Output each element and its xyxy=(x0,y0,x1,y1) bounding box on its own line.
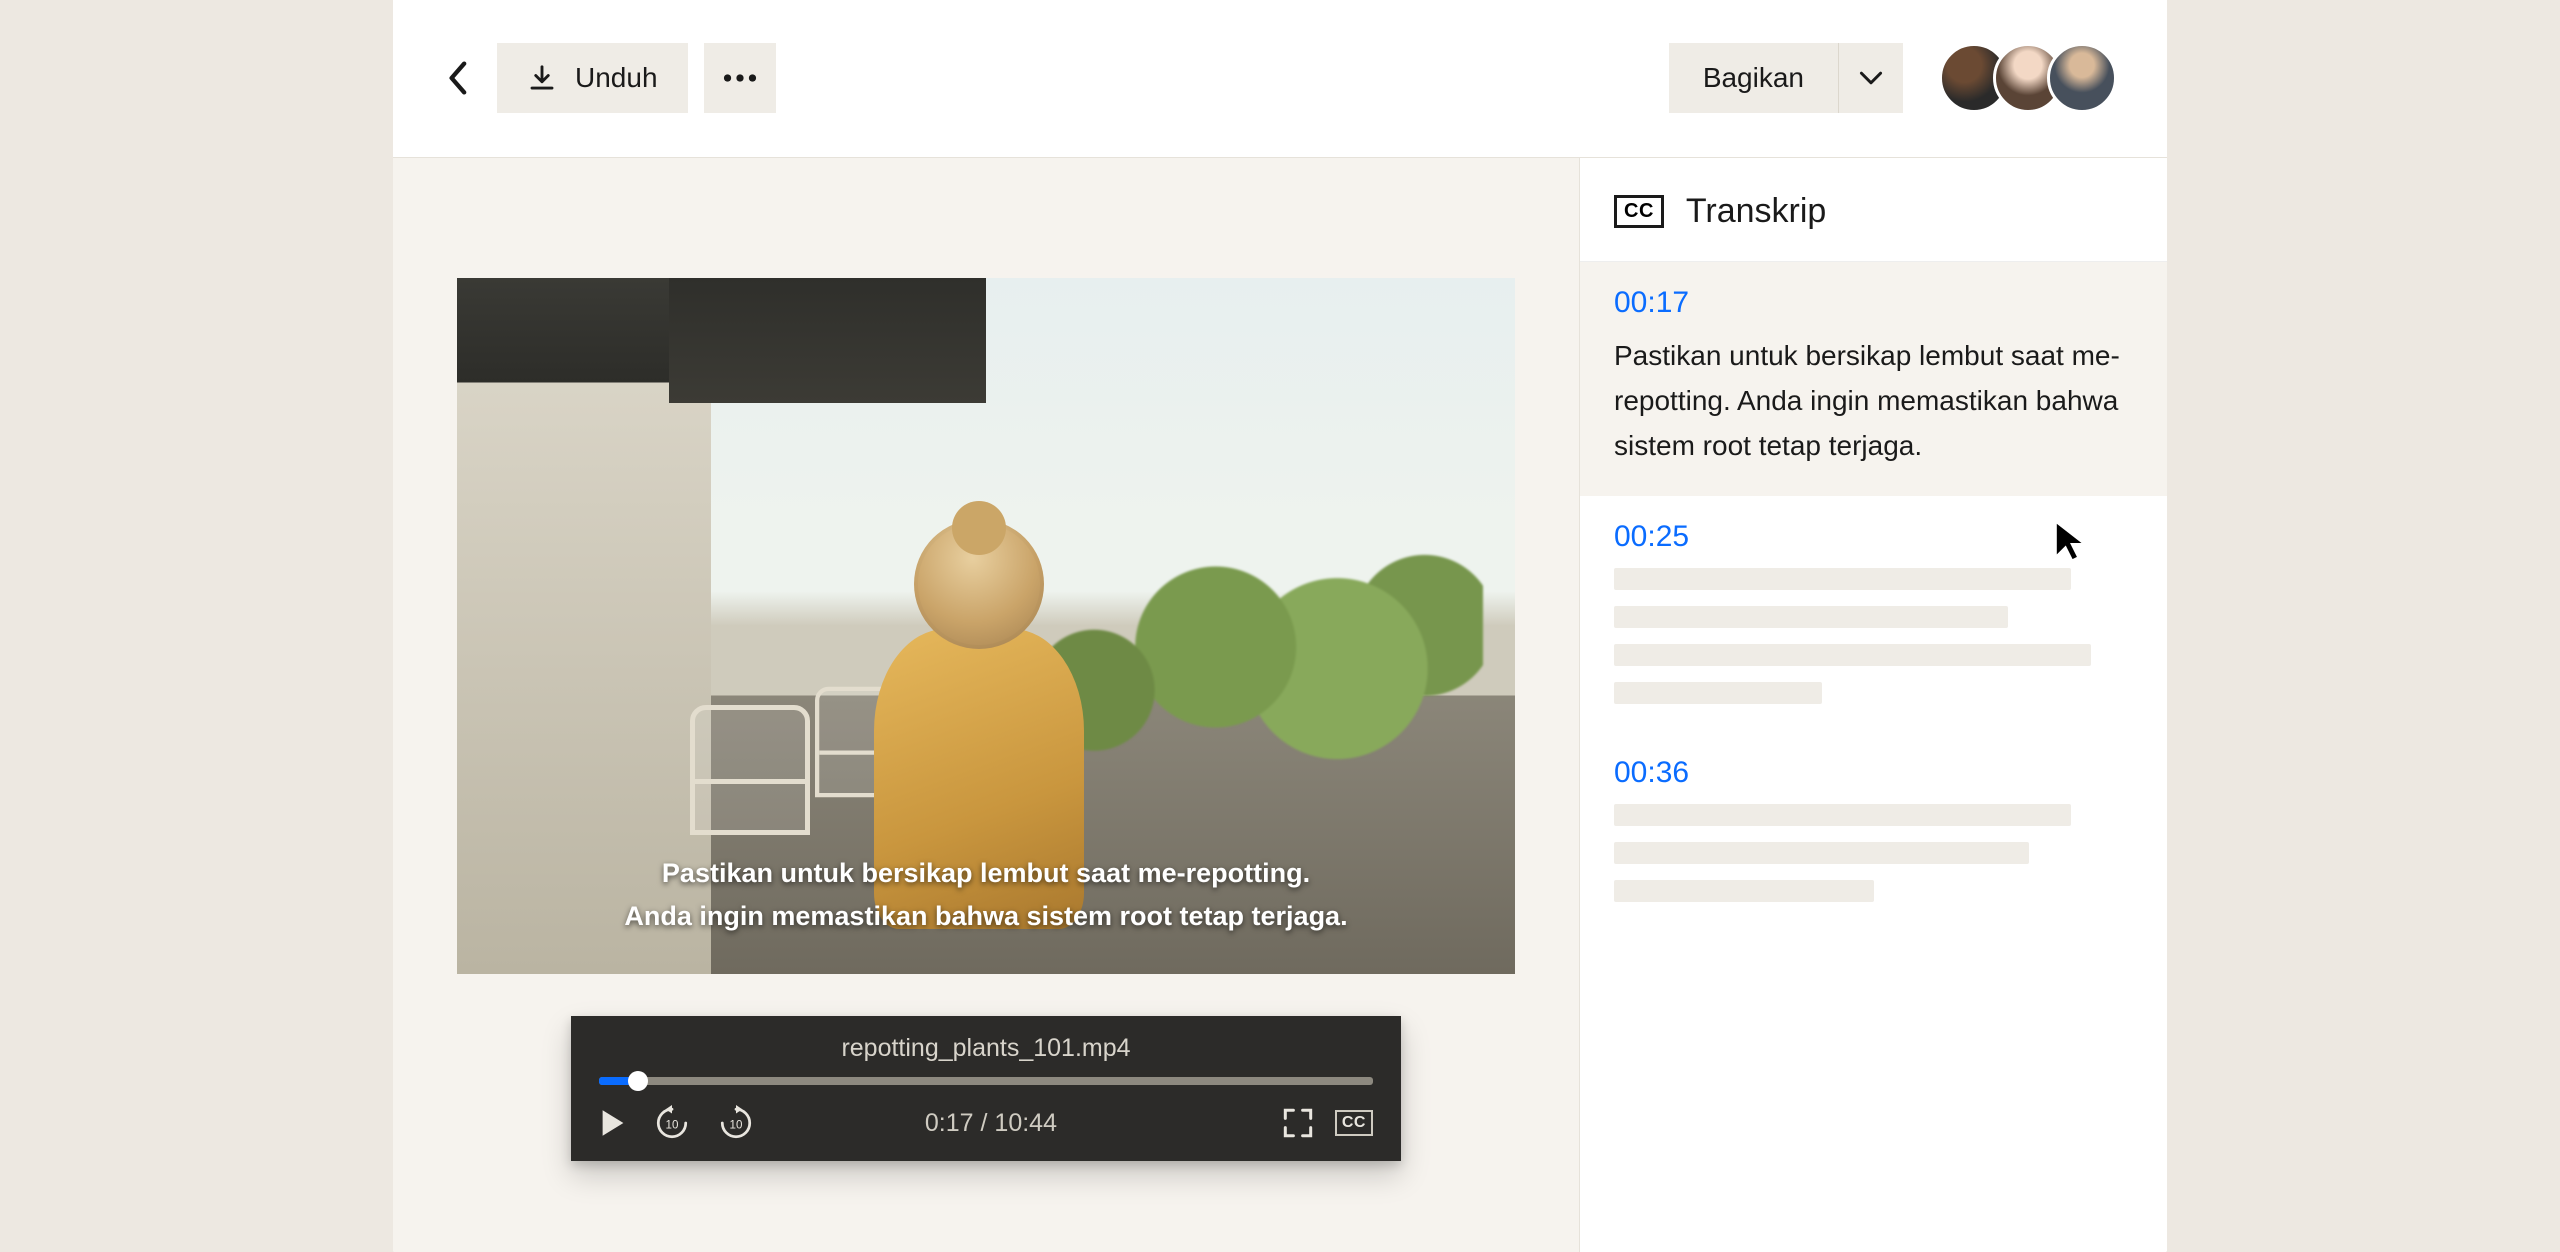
app-window: Unduh Bagikan xyxy=(393,0,2167,1252)
segment-timestamp[interactable]: 00:36 xyxy=(1614,756,2133,790)
caption-line: Pastikan untuk bersikap lembut saat me-r… xyxy=(497,852,1475,895)
collaborator-avatars xyxy=(1939,43,2117,113)
video-pane: Pastikan untuk bersikap lembut saat me-r… xyxy=(393,158,1579,1252)
segment-timestamp[interactable]: 00:25 xyxy=(1614,520,2133,554)
duration: 10:44 xyxy=(994,1109,1057,1137)
download-button[interactable]: Unduh xyxy=(497,43,688,113)
play-icon xyxy=(599,1108,627,1138)
share-dropdown-button[interactable] xyxy=(1839,43,1903,113)
back-button[interactable] xyxy=(433,54,481,102)
avatar[interactable] xyxy=(2047,43,2117,113)
cc-icon: CC xyxy=(1335,1110,1373,1136)
chevron-left-icon xyxy=(446,60,468,96)
segment-skeleton xyxy=(1614,804,2133,902)
transcript-segment[interactable]: 00:25 xyxy=(1580,496,2167,732)
more-button[interactable] xyxy=(704,43,776,113)
current-time: 0:17 xyxy=(925,1109,974,1137)
play-button[interactable] xyxy=(599,1108,627,1138)
segment-timestamp[interactable]: 00:17 xyxy=(1614,286,2133,320)
fullscreen-icon xyxy=(1283,1108,1313,1138)
fullscreen-button[interactable] xyxy=(1283,1108,1313,1138)
chevron-down-icon xyxy=(1859,70,1883,86)
transcript-segment[interactable]: 00:17 Pastikan untuk bersikap lembut saa… xyxy=(1580,262,2167,496)
player-controls: repotting_plants_101.mp4 xyxy=(571,1016,1401,1161)
rewind-10-icon: 10 xyxy=(653,1105,691,1141)
share-button[interactable]: Bagikan xyxy=(1669,43,1839,113)
svg-text:10: 10 xyxy=(730,1118,743,1131)
cc-icon: CC xyxy=(1614,195,1664,228)
transcript-header: CC Transkrip xyxy=(1580,158,2167,262)
share-label: Bagikan xyxy=(1703,62,1804,94)
video-caption: Pastikan untuk bersikap lembut saat me-r… xyxy=(457,852,1515,938)
segment-text: Pastikan untuk bersikap lembut saat me-r… xyxy=(1614,334,2133,468)
cc-button[interactable]: CC xyxy=(1335,1108,1373,1138)
header-bar: Unduh Bagikan xyxy=(393,0,2167,158)
download-icon xyxy=(527,63,557,93)
share-button-group: Bagikan xyxy=(1669,43,1903,113)
transcript-title: Transkrip xyxy=(1686,192,1826,231)
svg-text:10: 10 xyxy=(666,1118,679,1131)
main-area: Pastikan untuk bersikap lembut saat me-r… xyxy=(393,158,2167,1252)
time-display: 0:17 / 10:44 xyxy=(925,1109,1057,1138)
segment-skeleton xyxy=(1614,568,2133,704)
forward-10-button[interactable]: 10 xyxy=(717,1105,755,1141)
more-horizontal-icon xyxy=(723,73,757,83)
download-label: Unduh xyxy=(575,62,658,94)
rewind-10-button[interactable]: 10 xyxy=(653,1105,691,1141)
video-filename: repotting_plants_101.mp4 xyxy=(599,1034,1373,1063)
scrub-bar[interactable] xyxy=(599,1077,1373,1085)
caption-line: Anda ingin memastikan bahwa sistem root … xyxy=(497,895,1475,938)
transcript-segment[interactable]: 00:36 xyxy=(1580,732,2167,930)
video-player[interactable]: Pastikan untuk bersikap lembut saat me-r… xyxy=(457,278,1515,974)
forward-10-icon: 10 xyxy=(717,1105,755,1141)
scrub-thumb[interactable] xyxy=(628,1071,648,1091)
transcript-panel: CC Transkrip 00:17 Pastikan untuk bersik… xyxy=(1579,158,2167,1252)
